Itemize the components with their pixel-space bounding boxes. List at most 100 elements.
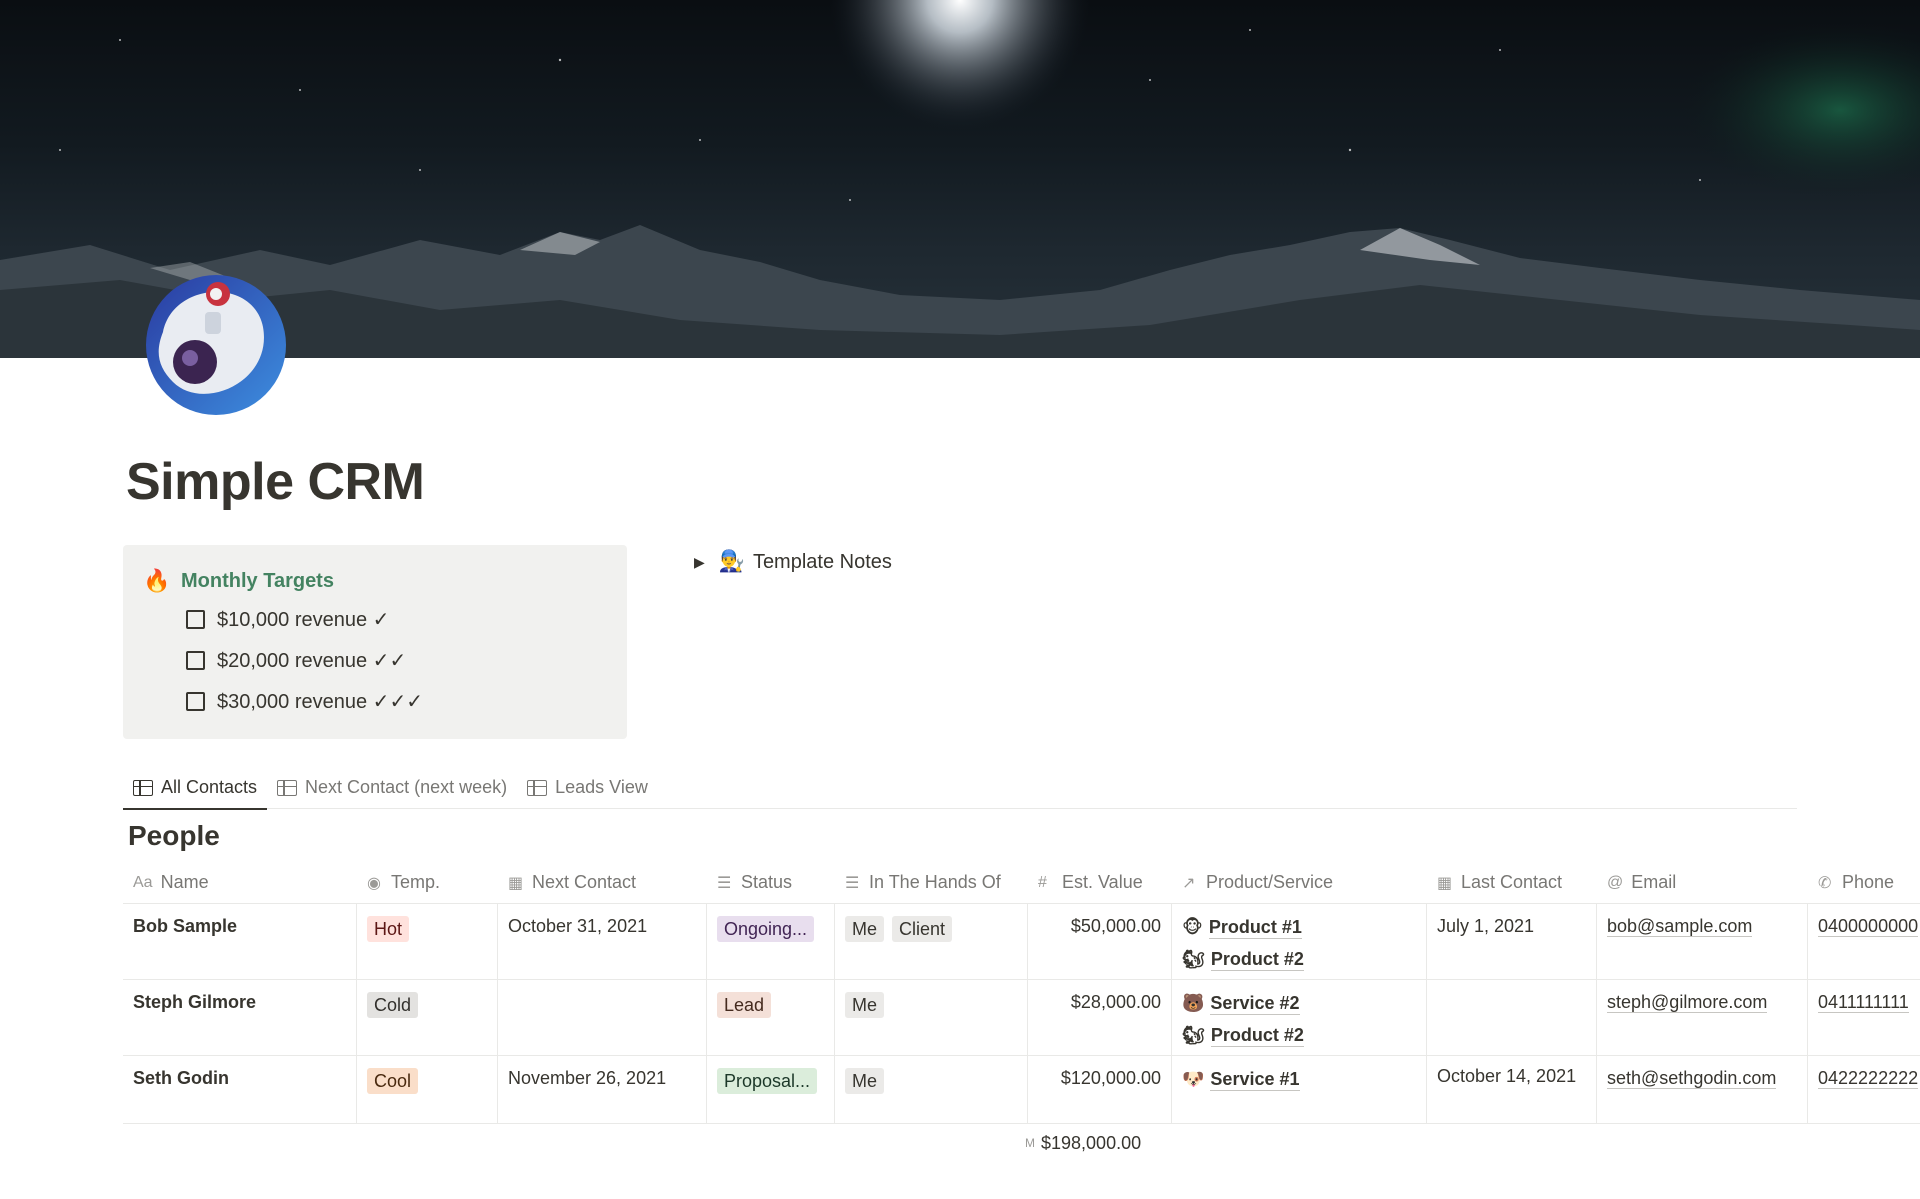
column-header-phone[interactable]: ✆ Phone bbox=[1808, 862, 1920, 903]
column-label: Status bbox=[741, 872, 793, 892]
next-contact-cell[interactable]: November 26, 2021 bbox=[498, 1056, 707, 1123]
template-notes-toggle[interactable]: ▶ 👨‍🔧 Template Notes bbox=[694, 550, 892, 574]
todo-label[interactable]: $10,000 revenue ✓ bbox=[217, 607, 389, 632]
chipmunk-icon: 🐿 bbox=[1182, 1025, 1205, 1045]
temp-tag: Cold bbox=[367, 992, 419, 1018]
database-title[interactable]: People bbox=[128, 820, 220, 852]
name-cell[interactable]: Steph Gilmore bbox=[123, 980, 357, 1055]
todo-item: $10,000 revenue ✓ bbox=[186, 607, 389, 632]
email-cell[interactable]: bob@sample.com bbox=[1597, 904, 1808, 979]
phone-cell[interactable]: 0411111111 bbox=[1808, 980, 1920, 1055]
toggle-label[interactable]: Template Notes bbox=[753, 551, 892, 574]
hands-tag: Me bbox=[845, 1068, 885, 1094]
dog-icon: 🐶 bbox=[1182, 1069, 1205, 1089]
number-icon: # bbox=[1038, 873, 1047, 891]
table-icon bbox=[277, 779, 298, 796]
column-label: Name bbox=[160, 872, 209, 892]
est-value-cell[interactable]: $120,000.00 bbox=[1028, 1056, 1172, 1123]
hands-cell[interactable]: Me bbox=[835, 1056, 1028, 1123]
status-cell[interactable]: Ongoing... bbox=[707, 904, 835, 979]
toggle-triangle-icon[interactable]: ▶ bbox=[694, 554, 705, 571]
chipmunk-icon: 🐿 bbox=[1182, 949, 1205, 969]
status-tag: Lead bbox=[717, 992, 772, 1018]
phone-link[interactable]: 0411111111 bbox=[1818, 992, 1909, 1013]
column-header-temp[interactable]: ◉ Temp. bbox=[357, 862, 498, 903]
monkey-icon: 🐵 bbox=[1182, 917, 1203, 937]
table-row[interactable]: Seth Godin Cool November 26, 2021 Propos… bbox=[123, 1056, 1920, 1124]
mechanic-icon: 👨‍🔧 bbox=[718, 550, 745, 573]
list-icon: ☰ bbox=[845, 874, 860, 892]
fire-icon: 🔥 bbox=[143, 568, 171, 593]
column-header-product-service[interactable]: ↗ Product/Service bbox=[1172, 862, 1427, 903]
est-value-cell[interactable]: $50,000.00 bbox=[1028, 904, 1172, 979]
page-title: Simple CRM bbox=[126, 453, 425, 511]
todo-checkbox[interactable] bbox=[186, 692, 205, 711]
column-header-in-the-hands-of[interactable]: ☰ In The Hands Of bbox=[835, 862, 1028, 903]
product-service-cell[interactable]: 🐶 Service #1 bbox=[1172, 1056, 1427, 1123]
name-cell[interactable]: Bob Sample bbox=[123, 904, 357, 979]
column-header-est-value[interactable]: # Est. Value bbox=[1028, 862, 1172, 903]
status-cell[interactable]: Lead bbox=[707, 980, 835, 1055]
column-header-name[interactable]: Aa Name bbox=[123, 862, 357, 903]
calculation-label: M bbox=[1025, 1136, 1035, 1150]
email-link[interactable]: seth@sethgodin.com bbox=[1607, 1068, 1777, 1089]
todo-label[interactable]: $30,000 revenue ✓✓✓ bbox=[217, 689, 423, 714]
tab-all-contacts[interactable]: All Contacts bbox=[123, 766, 268, 810]
email-link[interactable]: bob@sample.com bbox=[1607, 916, 1753, 937]
list-icon: ☰ bbox=[717, 874, 732, 892]
hands-cell[interactable]: Me Client bbox=[835, 904, 1028, 979]
tab-next-contact[interactable]: Next Contact (next week) bbox=[267, 766, 517, 809]
est-value-sum[interactable]: M $198,000.00 bbox=[1025, 1133, 1141, 1154]
product-service-cell[interactable]: 🐻 Service #2 🐿 Product #2 bbox=[1172, 980, 1427, 1055]
phone-icon: ✆ bbox=[1818, 874, 1832, 892]
hands-cell[interactable]: Me bbox=[835, 980, 1028, 1055]
at-icon: @ bbox=[1607, 873, 1624, 891]
relation-item[interactable]: 🐶 Service #1 bbox=[1182, 1068, 1416, 1091]
column-label: Product/Service bbox=[1206, 872, 1334, 892]
temp-cell[interactable]: Hot bbox=[357, 904, 498, 979]
column-header-next-contact[interactable]: ▦ Next Contact bbox=[498, 862, 707, 903]
name-cell[interactable]: Seth Godin bbox=[123, 1056, 357, 1123]
email-link[interactable]: steph@gilmore.com bbox=[1607, 992, 1768, 1013]
relation-label: Service #1 bbox=[1210, 1069, 1300, 1091]
email-cell[interactable]: steph@gilmore.com bbox=[1597, 980, 1808, 1055]
column-label: Next Contact bbox=[532, 872, 637, 892]
product-service-cell[interactable]: 🐵 Product #1 🐿 Product #2 bbox=[1172, 904, 1427, 979]
relation-item[interactable]: 🐵 Product #1 bbox=[1182, 916, 1416, 939]
tab-leads-view[interactable]: Leads View bbox=[517, 766, 658, 809]
next-contact-cell[interactable]: October 31, 2021 bbox=[498, 904, 707, 979]
last-contact-cell[interactable] bbox=[1427, 980, 1597, 1055]
phone-cell[interactable]: 0422222222 bbox=[1808, 1056, 1920, 1123]
todo-label[interactable]: $20,000 revenue ✓✓ bbox=[217, 648, 406, 673]
text-property-icon: Aa bbox=[133, 873, 153, 891]
last-contact-cell[interactable]: July 1, 2021 bbox=[1427, 904, 1597, 979]
monthly-targets-callout: 🔥 Monthly Targets $10,000 revenue ✓ $20,… bbox=[123, 545, 627, 739]
status-cell[interactable]: Proposal... bbox=[707, 1056, 835, 1123]
table-row[interactable]: Bob Sample Hot October 31, 2021 Ongoing.… bbox=[123, 904, 1920, 980]
temp-cell[interactable]: Cool bbox=[357, 1056, 498, 1123]
column-label: Est. Value bbox=[1062, 872, 1143, 892]
phone-cell[interactable]: 0400000000 bbox=[1808, 904, 1920, 979]
next-contact-cell[interactable] bbox=[498, 980, 707, 1055]
column-header-status[interactable]: ☰ Status bbox=[707, 862, 835, 903]
todo-checkbox[interactable] bbox=[186, 610, 205, 629]
todo-checkbox[interactable] bbox=[186, 651, 205, 670]
column-header-last-contact[interactable]: ▦ Last Contact bbox=[1427, 862, 1597, 903]
page-icon[interactable] bbox=[143, 272, 289, 418]
phone-link[interactable]: 0422222222 bbox=[1818, 1068, 1919, 1089]
column-header-email[interactable]: @ Email bbox=[1597, 862, 1808, 903]
phone-link[interactable]: 0400000000 bbox=[1818, 916, 1919, 937]
relation-item[interactable]: 🐻 Service #2 bbox=[1182, 992, 1416, 1015]
est-value-cell[interactable]: $28,000.00 bbox=[1028, 980, 1172, 1055]
select-property-icon: ◉ bbox=[367, 874, 381, 892]
relation-item[interactable]: 🐿 Product #2 bbox=[1182, 948, 1416, 971]
hands-tag: Me bbox=[845, 916, 885, 942]
calendar-icon: ▦ bbox=[1437, 874, 1453, 892]
relation-item[interactable]: 🐿 Product #2 bbox=[1182, 1024, 1416, 1047]
email-cell[interactable]: seth@sethgodin.com bbox=[1597, 1056, 1808, 1123]
relation-label: Product #1 bbox=[1208, 917, 1302, 939]
last-contact-cell[interactable]: October 14, 2021 bbox=[1427, 1056, 1597, 1123]
table-header: Aa Name ◉ Temp. ▦ Next Contact ☰ Status ☰ In … bbox=[123, 862, 1920, 904]
temp-cell[interactable]: Cold bbox=[357, 980, 498, 1055]
table-row[interactable]: Steph Gilmore Cold Lead Me $28,000.00 🐻 S… bbox=[123, 980, 1920, 1056]
